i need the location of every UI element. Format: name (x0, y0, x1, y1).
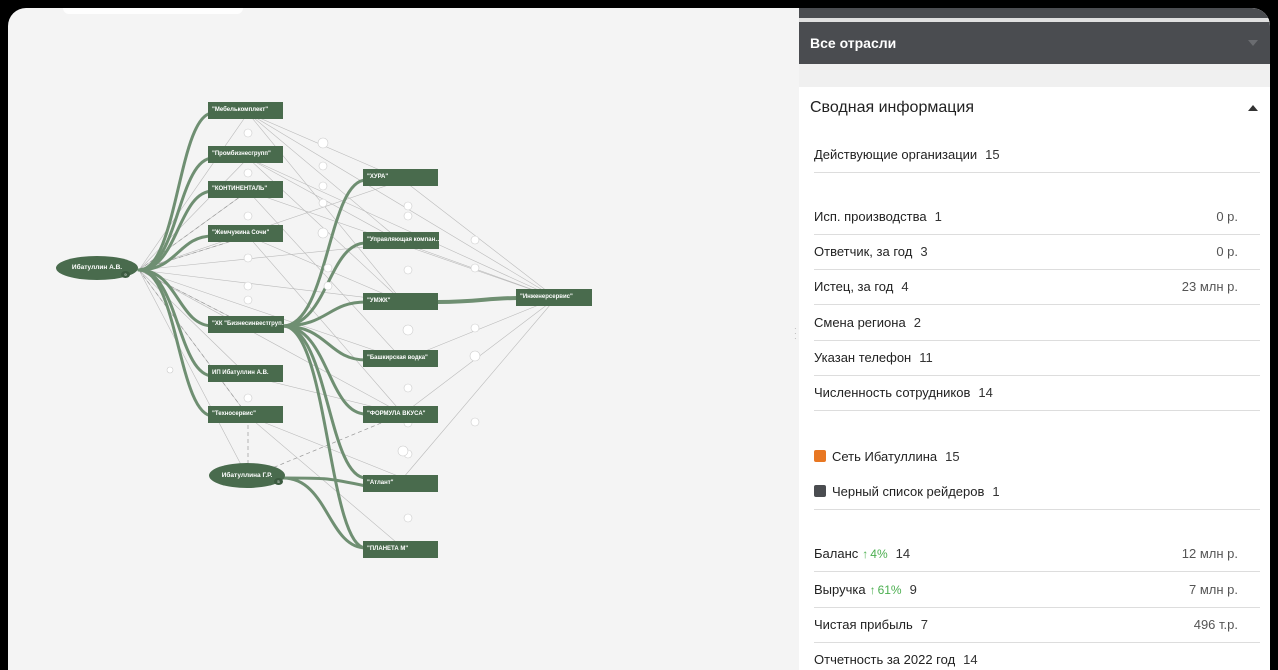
drag-handle-icon[interactable]: · · · (794, 325, 797, 343)
row-value: 12 млн р. (1181, 546, 1238, 561)
row-label: Выручка (814, 582, 866, 597)
row-label: Отчетность за 2022 год (814, 652, 956, 667)
industry-select-value: Все отрасли (810, 35, 897, 51)
row-trend: 61% (877, 583, 902, 597)
chevron-down-icon (1248, 40, 1258, 46)
org-node[interactable]: "Инженерсервис" (516, 289, 592, 306)
row-label: Численность сотрудников (814, 385, 971, 400)
stat-row[interactable]: Ответчик, за год 3 0 р. (814, 235, 1260, 270)
row-label: Чистая прибыль (814, 617, 913, 632)
person-name: Ибатуллина Г.Р. (221, 472, 273, 479)
row-count: 14 (963, 652, 978, 667)
list-row[interactable]: Черный список рейдеров 1 (814, 475, 1260, 510)
person-badge: 9 (121, 271, 130, 278)
row-label: Баланс (814, 546, 859, 561)
row-trend: 4% (870, 547, 888, 561)
row-count: 11 (919, 350, 933, 365)
industry-select[interactable]: Все отрасли (791, 22, 1270, 64)
app-frame: Ибатуллин А.В. 9 Ибатуллина Г.Р. 5 "Мебе… (8, 8, 1270, 670)
arrow-up-icon: ↑ (862, 547, 869, 561)
network-graph[interactable]: Ибатуллин А.В. 9 Ибатуллина Г.Р. 5 "Мебе… (8, 8, 788, 670)
row-count: 9 (909, 582, 917, 597)
row-count: 4 (901, 279, 909, 294)
row-count: 3 (920, 244, 928, 259)
org-node[interactable]: "ПЛАНЕТА М" (363, 541, 438, 558)
row-count: 14 (895, 546, 911, 561)
org-node[interactable]: "ФОРМУЛА ВКУСА" (363, 406, 438, 423)
org-node[interactable]: "Мебелькомплект" (208, 102, 283, 119)
finance-row[interactable]: Выручка ↑ 61% 9 7 млн р. (814, 573, 1260, 608)
org-node[interactable]: "ХК "Бизнесинвестгруп… (208, 316, 284, 333)
summary-title[interactable]: Сводная информация (810, 99, 974, 117)
org-node[interactable]: "Управляющая компан… (363, 232, 439, 249)
row-count: 15 (985, 147, 1000, 162)
row-count: 7 (920, 617, 929, 632)
row-count: 1 (992, 484, 1000, 499)
row-label: Смена региона (814, 315, 906, 330)
person-badge: 5 (274, 478, 283, 485)
orange-square-icon (814, 450, 826, 462)
org-node[interactable]: "УМЖК" (363, 293, 438, 310)
org-node[interactable]: "КОНТИНЕНТАЛЬ" (208, 181, 283, 198)
person-name: Ибатуллин А.В. (71, 264, 123, 271)
stat-row[interactable]: Исп. производства 1 0 р. (814, 200, 1260, 235)
row-count: 15 (945, 449, 960, 464)
row-label: Указан телефон (814, 350, 912, 365)
row-label: Черный список рейдеров (832, 484, 985, 499)
row-value: 7 млн р. (1189, 582, 1238, 597)
finance-row[interactable]: Отчетность за 2022 год 14 (814, 643, 1260, 670)
row-count: 2 (913, 315, 921, 330)
org-node[interactable]: "Атлант" (363, 475, 438, 492)
stat-row[interactable]: Указан телефон 11 (814, 341, 1260, 376)
arrow-up-icon: ↑ (869, 583, 876, 597)
row-value: 0 р. (1216, 209, 1238, 224)
dark-square-icon (814, 485, 826, 497)
row-count: 1 (934, 209, 942, 224)
row-value: 23 млн р. (1181, 279, 1238, 294)
row-value: 0 р. (1216, 244, 1238, 259)
org-node[interactable]: "ХУРА" (363, 169, 438, 186)
finance-row[interactable]: Чистая прибыль 7 496 т.р. (814, 608, 1260, 643)
org-node[interactable]: "Техносервис" (208, 406, 283, 423)
row-value: 496 т.р. (1193, 617, 1238, 632)
row-count: 14 (978, 385, 993, 400)
finance-row[interactable]: Баланс ↑ 4% 14 12 млн р. (814, 537, 1260, 572)
row-label: Исп. производства (814, 209, 927, 224)
list-row[interactable]: Сеть Ибатуллина 15 (814, 440, 1260, 475)
person-node-ibatullina-gr[interactable]: Ибатуллина Г.Р. (209, 463, 285, 488)
org-node[interactable]: "Башкирская водка" (363, 350, 438, 367)
org-node[interactable]: "Жемчужина Сочи" (208, 225, 283, 242)
summary-card: Сводная информация Действующие организац… (791, 87, 1270, 670)
stat-row[interactable]: Истец, за год 4 23 млн р. (814, 270, 1260, 305)
graph-edges (137, 111, 557, 550)
row-label: Истец, за год (814, 279, 894, 294)
stat-row[interactable]: Численность сотрудников 14 (814, 376, 1260, 411)
row-label: Действующие организации (814, 147, 978, 162)
stat-row[interactable]: Смена региона 2 (814, 306, 1260, 341)
org-node[interactable]: ИП Ибатуллин А.В. (208, 365, 283, 382)
summary-panel: Все отрасли Сводная информация Действующ… (791, 8, 1270, 670)
org-node[interactable]: "Промбизнесгрупп" (208, 146, 283, 163)
row-label: Ответчик, за год (814, 244, 913, 259)
active-orgs-row[interactable]: Действующие организации 15 (814, 138, 1260, 173)
chevron-up-icon[interactable] (1248, 105, 1258, 111)
row-label: Сеть Ибатуллина (832, 449, 938, 464)
panel-top-bar (791, 8, 1270, 18)
